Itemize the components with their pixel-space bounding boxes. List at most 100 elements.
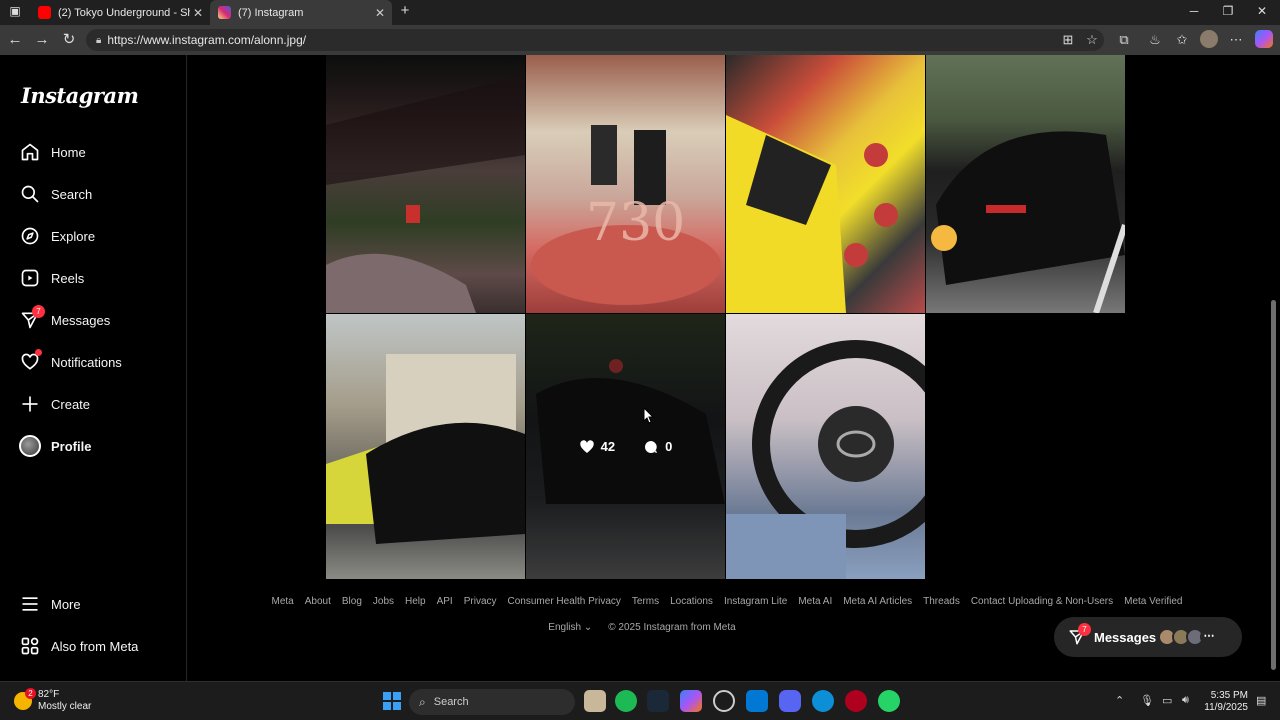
volume-icon[interactable]: 🔊︎ [1182,694,1189,707]
chevron-up-icon[interactable]: ⌃ [1115,694,1124,707]
task-view-icon[interactable] [584,690,606,712]
chevron-down-icon: ⌄ [583,622,593,633]
sidebar-item-create[interactable]: Create [18,389,178,419]
notification-center-icon[interactable]: ▤ [1256,694,1266,707]
instagram-icon [218,6,231,19]
minimize-button[interactable]: ─ [1186,4,1202,18]
tab-youtube[interactable]: (2) Tokyo Underground - Short Fi ✕ [30,0,210,25]
new-tab-button[interactable]: + [397,2,413,19]
taskbar-clock[interactable]: 5:35 PM 11/9/2025 [1198,690,1248,714]
post-tile[interactable] [726,55,925,313]
comment-count-value: 0 [665,439,673,454]
post-tile-hovered[interactable]: 42 0 [526,314,725,579]
tab-title: (7) Instagram [238,6,304,19]
weather-desc: Mostly clear [38,701,92,712]
footer-link[interactable]: Jobs [373,596,394,607]
whatsapp-icon[interactable] [878,690,900,712]
messages-pill[interactable]: 7 Messages ⋯ [1054,617,1242,657]
sidebar-item-more[interactable]: More [18,589,178,619]
comment-filled-icon [645,440,658,453]
footer-link[interactable]: Locations [670,596,713,607]
footer-link[interactable]: Consumer Health Privacy [508,596,621,607]
profile-avatar[interactable] [1200,30,1218,48]
sidebar-item-also-from-meta[interactable]: Also from Meta [18,631,178,661]
reels-icon [18,266,42,290]
footer-link[interactable]: Privacy [464,596,497,607]
tab-instagram[interactable]: (7) Instagram ✕ [210,0,392,25]
back-button[interactable]: ← [6,31,24,49]
microphone-icon[interactable]: 🎙︎ [1140,694,1154,707]
page-scrollbar[interactable] [1268,55,1278,681]
site-info-icon[interactable]: 🔒︎ [96,35,101,46]
sidebar-item-label: Search [51,186,93,202]
tab-actions-icon[interactable]: ▣ [7,4,23,18]
post-tile[interactable]: 730 [526,55,725,313]
footer-link[interactable]: Terms [632,596,659,607]
chrome-icon[interactable] [713,690,735,712]
footer-link[interactable]: Meta AI Articles [843,596,912,607]
footer-link[interactable]: Contact Uploading & Non-Users [971,596,1113,607]
refresh-button[interactable]: ↻ [60,31,78,49]
footer-link[interactable]: About [305,596,331,607]
taskbar-search[interactable]: ⌕ Search [409,689,575,715]
footer-link[interactable]: Meta Verified [1124,596,1182,607]
footer-link[interactable]: Threads [923,596,960,607]
forward-button[interactable]: → [33,31,51,49]
post-lexus-apartments [326,354,525,544]
store-icon[interactable] [746,690,768,712]
sidebar-item-explore[interactable]: Explore [18,221,178,251]
clock-date: 11/9/2025 [1204,702,1248,713]
sidebar-item-reels[interactable]: Reels [18,263,178,293]
restore-button[interactable]: ❐ [1220,4,1236,18]
footer-link[interactable]: Blog [342,596,362,607]
favorite-star-icon[interactable]: ☆ [1084,32,1100,48]
sidebar-item-search[interactable]: Search [18,179,178,209]
messages-pill-badge: 7 [1078,623,1091,636]
copilot-icon[interactable] [680,690,702,712]
footer-link[interactable]: Meta AI [798,596,832,607]
footer-meta: English ⌄ © 2025 Instagram from Meta [187,622,1097,633]
post-hover-overlay: 42 0 [526,314,725,579]
spotify-icon[interactable] [615,690,637,712]
notification-dot [35,349,42,356]
steam-icon[interactable] [647,690,669,712]
app-available-icon[interactable]: ⊞ [1060,32,1076,48]
messages-pill-label: Messages [1094,629,1157,645]
close-tab-icon[interactable]: ✕ [190,6,206,20]
post-tile[interactable] [926,55,1125,313]
sidebar-item-home[interactable]: Home [18,137,178,167]
footer-link[interactable]: Meta [272,596,294,607]
post-730-car: 730 [531,125,721,305]
footer-link[interactable]: Help [405,596,426,607]
extensions-icon[interactable]: ⧉ [1116,32,1132,48]
weather-widget[interactable]: 2 82°F Mostly clear [14,688,92,713]
sidebar-item-messages[interactable]: 7 Messages [18,305,178,335]
footer-link[interactable]: Instagram Lite [724,596,787,607]
post-tile[interactable] [726,314,925,579]
windows-start-icon[interactable] [381,690,403,712]
mouse-cursor-icon [643,407,655,424]
close-window-button[interactable]: ✕ [1254,4,1270,18]
edge-icon[interactable] [812,690,834,712]
comment-count: 0 [643,439,672,455]
performance-icon[interactable]: ♨ [1147,32,1163,48]
copilot-icon[interactable] [1255,30,1273,48]
scrollbar-thumb[interactable] [1271,300,1276,670]
instagram-logo[interactable]: Instagram [21,83,139,108]
language-select[interactable]: English ⌄ [548,622,592,633]
discord-icon[interactable] [779,690,801,712]
network-icon[interactable]: ▭ [1162,694,1172,707]
game-app-icon[interactable] [845,690,867,712]
sidebar-item-profile[interactable]: Profile [18,431,178,461]
settings-more-icon[interactable]: ⋯ [1228,32,1244,48]
search-icon [18,182,42,206]
svg-text:730: 730 [586,193,685,253]
post-tile[interactable] [326,55,525,313]
post-patio [326,75,525,313]
close-tab-icon[interactable]: ✕ [372,6,388,20]
sidebar-item-notifications[interactable]: Notifications [18,347,178,377]
footer-link[interactable]: API [437,596,453,607]
address-bar[interactable]: 🔒︎ https://www.instagram.com/alonn.jpg/ [86,29,1104,51]
post-tile[interactable] [326,314,525,579]
favorites-icon[interactable]: ✩ [1174,32,1190,48]
